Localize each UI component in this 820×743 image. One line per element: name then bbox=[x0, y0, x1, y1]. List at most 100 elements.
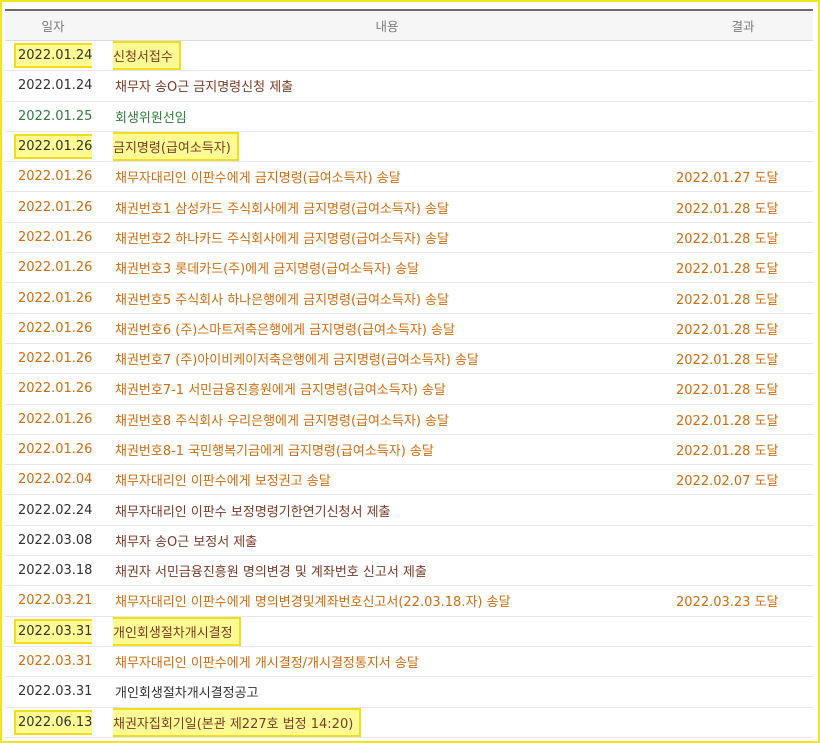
row-result-cell: 2022.01.28 도달 bbox=[673, 191, 813, 223]
row-content-cell: 채권번호7-1 서민금융진흥원에게 금지명령(급여소득자) 송달 bbox=[101, 373, 673, 405]
row-result: 2022.03.23 도달 bbox=[676, 595, 779, 611]
table-row: 2022.02.04 채무자대리인 이판수에게 보정권고 송달 2022.02.07… bbox=[5, 464, 813, 496]
table-row: 2022.01.26 채권번호6 (주)스마트저축은행에게 금지명령(급여소득자)… bbox=[5, 313, 813, 344]
row-content: 채무자대리인 이판수에게 개시결정/개시결정통지서 송달 bbox=[115, 656, 419, 672]
row-result-cell: 2022.02.07 도달 bbox=[673, 464, 813, 496]
row-content: 채권자 서민금융진흥원 명의변경 및 계좌번호 신고서 제출 bbox=[115, 565, 427, 581]
row-date-cell: 2022.01.25 bbox=[5, 101, 101, 132]
row-result: 2022.01.28 도달 bbox=[676, 444, 779, 459]
row-date: 2022.03.31 bbox=[18, 654, 93, 670]
row-result-cell bbox=[673, 555, 813, 587]
row-result-cell bbox=[673, 70, 813, 102]
row-content-cell: 채무자대리인 이판수에게 금지명령(급여소득자) 송달 bbox=[101, 161, 673, 193]
row-content: 채권번호8 주식회사 우리은행에게 금지명령(급여소득자) 송달 bbox=[115, 413, 449, 429]
row-date: 2022.01.24 bbox=[18, 78, 93, 94]
row-result-cell bbox=[673, 676, 813, 708]
row-date: 2022.03.21 bbox=[18, 593, 93, 609]
table-row: 2022.03.31 개인회생절차개시결정공고 bbox=[5, 676, 813, 708]
row-result: 2022.01.28 도달 bbox=[676, 201, 779, 217]
table-row: 2022.01.24 신청서접수 bbox=[5, 40, 813, 72]
row-content-cell: 채권번호2 하나카드 주식회사에게 금지명령(급여소득자) 송달 bbox=[101, 222, 673, 254]
row-result-cell: 2022.01.28 도달 bbox=[673, 343, 813, 375]
row-content-cell: 채권번호1 삼성카드 주식회사에게 금지명령(급여소득자) 송달 bbox=[101, 191, 673, 223]
row-result: 2022.01.28 도달 bbox=[676, 292, 779, 308]
row-content: 채무자대리인 이판수에게 금지명령(급여소득자) 송달 bbox=[115, 171, 401, 187]
row-result-cell bbox=[673, 646, 813, 678]
row-content-cell: 채권번호8 주식회사 우리은행에게 금지명령(급여소득자) 송달 bbox=[101, 404, 673, 435]
row-date: 2022.03.18 bbox=[18, 563, 93, 579]
row-result-cell bbox=[673, 525, 813, 557]
row-date: 2022.01.25 bbox=[18, 108, 93, 124]
header-content: 내용 bbox=[101, 9, 673, 41]
row-date-cell: 2022.01.26 bbox=[5, 161, 101, 193]
row-result-cell bbox=[673, 101, 813, 132]
row-date-cell: 2022.01.26 bbox=[5, 282, 101, 314]
row-date: 2022.03.08 bbox=[18, 532, 93, 548]
row-result: 2022.01.28 도달 bbox=[676, 262, 779, 278]
row-content: 회생위원선임 bbox=[115, 110, 187, 126]
row-result-cell: 2022.01.28 도달 bbox=[673, 373, 813, 405]
table-row: 2022.01.26 채권번호2 하나카드 주식회사에게 금지명령(급여소득자) … bbox=[5, 222, 813, 254]
row-date-cell: 2022.03.08 bbox=[5, 525, 101, 557]
row-result-cell bbox=[673, 40, 813, 72]
row-date-cell: 2022.02.24 bbox=[5, 494, 101, 526]
row-content-cell: 신청서접수 bbox=[101, 40, 673, 72]
row-date-cell: 2022.01.26 bbox=[5, 343, 101, 375]
row-content-cell: 채무자 송O근 금지명령신청 제출 bbox=[101, 70, 673, 102]
table-row: 2022.01.26 채권번호1 삼성카드 주식회사에게 금지명령(급여소득자) … bbox=[5, 191, 813, 223]
row-date: 2022.01.26 bbox=[18, 351, 93, 367]
row-date: 2022.01.24 bbox=[14, 43, 93, 69]
table-body: 2022.01.24 신청서접수 2022.01.24 채무자 송O근 금지명령신청 … bbox=[5, 40, 813, 738]
row-result: 2022.01.27 도달 bbox=[676, 171, 779, 187]
row-content: 채권번호7 (주)아이비케이저축은행에게 금지명령(급여소득자) 송달 bbox=[115, 353, 479, 369]
row-content-cell: 채권자집회기일(본관 제227호 법정 14:20) bbox=[101, 707, 673, 738]
row-content-cell: 채권번호8-1 국민행복기금에게 금지명령(급여소득자) 송달 bbox=[101, 434, 673, 466]
row-result-cell bbox=[673, 707, 813, 738]
table-row: 2022.01.26 금지명령(급여소득자) bbox=[5, 131, 813, 163]
row-date: 2022.01.26 bbox=[18, 199, 93, 215]
row-result-cell bbox=[673, 494, 813, 526]
row-content: 금지명령(급여소득자) bbox=[113, 132, 239, 161]
row-date: 2022.01.26 bbox=[18, 169, 93, 185]
row-content: 채무자대리인 이판수 보정명령기한연기신청서 제출 bbox=[115, 504, 391, 520]
row-result-cell: 2022.01.28 도달 bbox=[673, 222, 813, 254]
row-result-cell: 2022.01.28 도달 bbox=[673, 434, 813, 466]
row-result-cell: 2022.01.28 도달 bbox=[673, 282, 813, 314]
table-row: 2022.03.08 채무자 송O근 보정서 제출 bbox=[5, 525, 813, 557]
row-content: 개인회생절차개시결정공고 bbox=[115, 686, 259, 702]
row-content: 채권자집회기일(본관 제227호 법정 14:20) bbox=[113, 707, 362, 737]
row-content-cell: 채권번호7 (주)아이비케이저축은행에게 금지명령(급여소득자) 송달 bbox=[101, 343, 673, 375]
row-date: 2022.01.26 bbox=[18, 442, 93, 457]
header-date: 일자 bbox=[5, 9, 101, 41]
row-date-cell: 2022.01.26 bbox=[5, 131, 101, 163]
table-header-row: 일자 내용 결과 bbox=[5, 9, 813, 41]
row-date: 2022.03.31 bbox=[14, 618, 93, 644]
row-date-cell: 2022.03.21 bbox=[5, 585, 101, 617]
row-result-cell: 2022.03.23 도달 bbox=[673, 585, 813, 617]
row-date-cell: 2022.01.26 bbox=[5, 434, 101, 466]
row-content: 채권번호8-1 국민행복기금에게 금지명령(급여소득자) 송달 bbox=[115, 444, 434, 459]
row-content: 채무자 송O근 금지명령신청 제출 bbox=[115, 80, 294, 96]
table-row: 2022.03.31 개인회생절차개시결정 bbox=[5, 616, 813, 647]
row-date-cell: 2022.01.26 bbox=[5, 373, 101, 405]
case-history-table: 일자 내용 결과 2022.01.24 신청서접수 2022.01.24 채무자 송O… bbox=[5, 9, 813, 738]
row-content-cell: 금지명령(급여소득자) bbox=[101, 131, 673, 163]
row-content: 채무자 송O근 보정서 제출 bbox=[115, 534, 258, 550]
row-result-cell: 2022.01.28 도달 bbox=[673, 404, 813, 435]
row-date: 2022.06.13 bbox=[14, 709, 93, 735]
header-result: 결과 bbox=[673, 9, 813, 41]
row-result-cell bbox=[673, 616, 813, 647]
row-content-cell: 개인회생절차개시결정공고 bbox=[101, 676, 673, 708]
row-content: 채권번호2 하나카드 주식회사에게 금지명령(급여소득자) 송달 bbox=[115, 231, 449, 247]
row-date-cell: 2022.06.13 bbox=[5, 707, 101, 738]
table-row: 2022.01.25 회생위원선임 bbox=[5, 101, 813, 132]
row-result-cell: 2022.01.27 도달 bbox=[673, 161, 813, 193]
row-result-cell: 2022.01.28 도달 bbox=[673, 252, 813, 284]
row-date-cell: 2022.03.31 bbox=[5, 646, 101, 678]
row-date-cell: 2022.02.04 bbox=[5, 464, 101, 496]
row-content: 신청서접수 bbox=[113, 41, 181, 70]
table-row: 2022.03.31 채무자대리인 이판수에게 개시결정/개시결정통지서 송달 bbox=[5, 646, 813, 678]
table-row: 2022.01.26 채권번호8-1 국민행복기금에게 금지명령(급여소득자) 송… bbox=[5, 434, 813, 466]
row-date: 2022.02.04 bbox=[18, 472, 93, 488]
table-row: 2022.02.24 채무자대리인 이판수 보정명령기한연기신청서 제출 bbox=[5, 494, 813, 526]
